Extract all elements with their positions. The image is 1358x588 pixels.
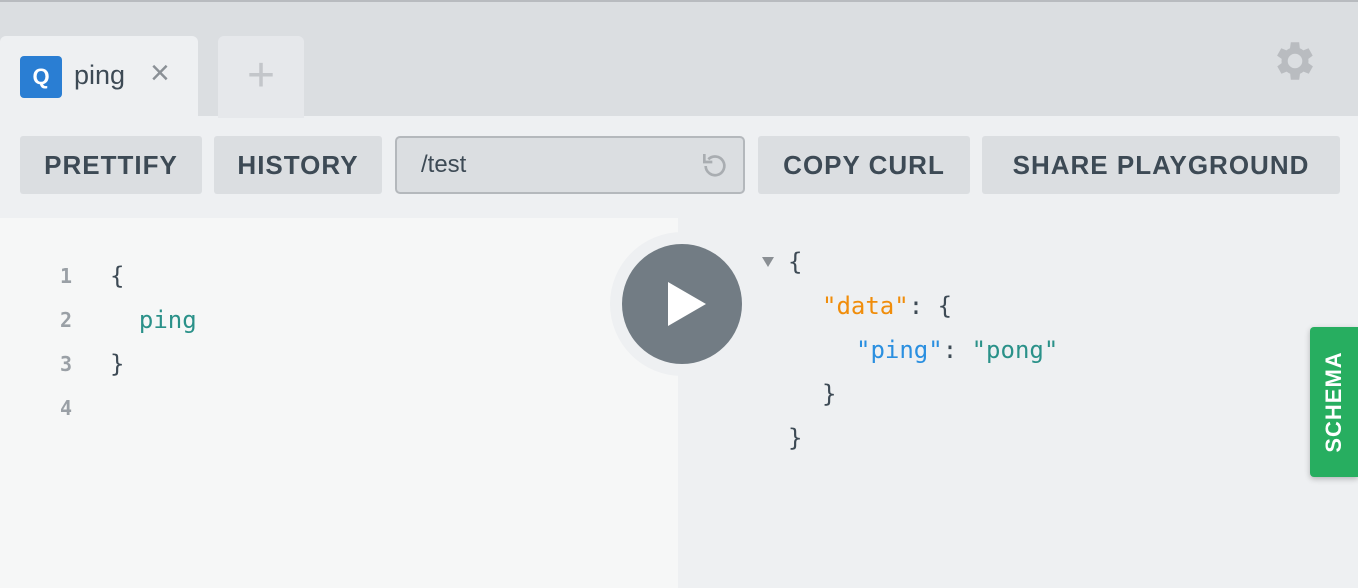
- execute-button[interactable]: [622, 244, 742, 364]
- code-line: }: [110, 350, 125, 378]
- json-punct: : {: [908, 292, 953, 320]
- line-number: 1: [60, 264, 73, 288]
- copy-curl-button[interactable]: COPY CURL: [758, 136, 970, 194]
- result-line: "ping": "pong": [856, 336, 1058, 364]
- json-key: "data": [822, 292, 909, 320]
- json-key: "ping": [856, 336, 943, 364]
- result-line: {: [788, 248, 803, 276]
- schema-label: SCHEMA: [1321, 351, 1346, 453]
- line-number: 2: [60, 308, 73, 332]
- collapse-triangle-icon[interactable]: [762, 257, 774, 267]
- history-button[interactable]: HISTORY: [214, 136, 382, 194]
- schema-tab[interactable]: SCHEMA: [1310, 327, 1358, 477]
- code-line: ping: [110, 306, 197, 334]
- toolbar: PRETTIFY HISTORY /test COPY CURL SHARE P…: [0, 136, 1358, 194]
- result-line: }: [822, 380, 837, 408]
- tab-ping[interactable]: Q ping ×: [0, 36, 198, 118]
- line-number: 4: [60, 396, 73, 420]
- add-tab-button[interactable]: +: [218, 36, 304, 118]
- line-number: 3: [60, 352, 73, 376]
- query-editor[interactable]: 1 2 3 4 { ping }: [0, 218, 678, 588]
- gear-icon[interactable]: [1270, 36, 1320, 86]
- play-icon: [668, 282, 706, 326]
- prettify-button[interactable]: PRETTIFY: [20, 136, 202, 194]
- result-viewer: { "data": { "ping": "pong" } }: [678, 218, 1358, 588]
- endpoint-input[interactable]: /test: [395, 136, 745, 194]
- close-icon[interactable]: ×: [150, 54, 170, 93]
- query-badge: Q: [20, 56, 62, 98]
- tab-label: ping: [74, 60, 126, 90]
- share-playground-button[interactable]: SHARE PLAYGROUND: [982, 136, 1340, 194]
- reload-icon[interactable]: [699, 150, 731, 182]
- result-line: }: [788, 424, 803, 452]
- tab-bar: Q ping × +: [0, 0, 1358, 118]
- json-value: "pong": [971, 336, 1059, 364]
- endpoint-value: /test: [421, 151, 467, 178]
- json-punct: :: [942, 336, 972, 364]
- code-line: {: [110, 262, 125, 290]
- result-line: "data": {: [822, 292, 952, 320]
